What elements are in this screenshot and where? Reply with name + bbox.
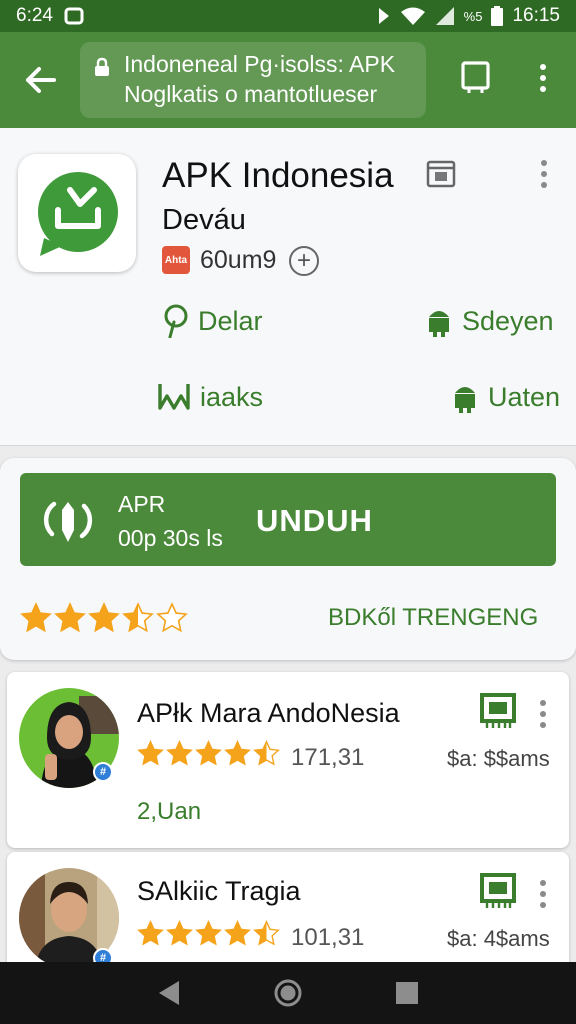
- item-menu-button[interactable]: [535, 700, 551, 730]
- star-icon: [166, 920, 193, 946]
- app-card-menu-button[interactable]: [532, 160, 556, 192]
- list-item[interactable]: # APłk Mara AndoNesia 171,31 $a: $$ams 2…: [7, 672, 569, 848]
- status-bar: 6:24 %5 16:15: [0, 0, 576, 32]
- star-rating: [20, 602, 188, 634]
- status-clock: 16:15: [512, 5, 560, 26]
- app-size: 60um9: [200, 246, 277, 274]
- notification-icon: [63, 6, 85, 26]
- star-icon: [20, 602, 52, 633]
- android-icon: [455, 387, 475, 413]
- item-star-rating: [137, 920, 280, 947]
- action-iaaks[interactable]: iaaks: [158, 380, 263, 414]
- nav-home-button[interactable]: [268, 973, 308, 1013]
- nav-recents-button[interactable]: [387, 973, 427, 1013]
- url-text-line2: Noglkatis o mantotlueser: [124, 81, 378, 107]
- tabs-button[interactable]: [458, 58, 496, 96]
- item-name: APłk Mara AndoNesia: [137, 698, 400, 728]
- action-label: Sdeyen: [462, 305, 554, 336]
- star-icon: [195, 920, 222, 946]
- system-nav-bar: [0, 962, 576, 1024]
- action-sdeyen[interactable]: Sdeyen: [424, 304, 554, 338]
- item-score: 171,31: [291, 744, 365, 771]
- android-icon: [429, 311, 449, 337]
- star-icon: [156, 602, 188, 633]
- battery-icon: [491, 6, 504, 26]
- chip-icon[interactable]: [479, 872, 517, 910]
- calendar-badge-icon: [426, 158, 456, 188]
- star-icon: [137, 740, 164, 766]
- sync-download-icon: [43, 501, 93, 542]
- star-icon: [137, 920, 164, 946]
- star-icon: [253, 740, 280, 766]
- item-extra: 2,Uan: [137, 798, 202, 825]
- url-bar[interactable]: Indoneneal Pg·isolss: APK Noglkatis o ma…: [80, 42, 426, 118]
- wave-icon: [158, 384, 190, 410]
- circle-home-icon: [274, 979, 302, 1007]
- add-button[interactable]: +: [289, 246, 319, 276]
- more-vert-icon: [540, 64, 546, 70]
- app-info-card: APK Indonesia Deváu Ahta 60um9 + Delar S…: [0, 128, 576, 446]
- item-price: $a: 4$ams: [447, 926, 550, 951]
- download-line2: 00p 30s ls: [118, 525, 223, 551]
- overflow-menu-button[interactable]: [526, 56, 560, 100]
- download-line1: APR: [118, 491, 166, 517]
- square-recents-icon: [395, 982, 418, 1004]
- triangle-back-icon: [159, 981, 180, 1005]
- status-time-left: 6:24: [16, 5, 53, 26]
- download-card: APR 00p 30s ls UNDUH BDKől TRENGENG: [0, 458, 576, 660]
- more-vert-icon: [540, 880, 546, 886]
- item-price: $a: $$ams: [447, 746, 550, 771]
- star-icon: [166, 740, 193, 766]
- tab-square-icon: [461, 61, 490, 93]
- item-menu-button[interactable]: [535, 880, 551, 910]
- chip-icon[interactable]: [479, 692, 517, 730]
- wifi-icon: [400, 6, 426, 26]
- developer-name: Deváu: [162, 204, 246, 236]
- battery-percent: %5: [463, 8, 483, 24]
- back-button[interactable]: [0, 32, 80, 128]
- action-label: iaaks: [200, 381, 264, 412]
- signal-icon: [435, 6, 455, 26]
- app-icon: [18, 154, 136, 272]
- lock-icon: [94, 54, 110, 84]
- star-icon: [224, 920, 251, 946]
- trending-link[interactable]: BDKől TRENGENG: [328, 604, 538, 632]
- item-score: 101,31: [291, 924, 365, 951]
- star-icon: [224, 740, 251, 766]
- nav-back-button[interactable]: [149, 973, 189, 1013]
- url-text-line1: Indoneneal Pg·isolss: APK: [124, 51, 396, 77]
- star-icon: [122, 602, 154, 633]
- verified-badge: #: [93, 762, 113, 782]
- action-delar[interactable]: Delar: [162, 304, 263, 338]
- content-rating-badge: Ahta: [162, 246, 190, 274]
- item-name: SAlkiic Tragia: [137, 876, 301, 906]
- arrow-left-icon: [26, 67, 56, 93]
- action-label: Delar: [198, 305, 263, 336]
- download-button[interactable]: APR 00p 30s ls UNDUH: [20, 473, 556, 566]
- action-uaten[interactable]: Uaten: [450, 380, 560, 414]
- star-icon: [54, 602, 86, 633]
- star-icon: [88, 602, 120, 633]
- more-vert-icon: [540, 700, 546, 706]
- star-icon: [253, 920, 280, 946]
- download-chat-icon: [38, 172, 118, 256]
- app-title: APK Indonesia: [162, 156, 394, 195]
- item-star-rating: [137, 740, 280, 767]
- more-vert-icon: [541, 160, 547, 166]
- pin-icon: [164, 304, 188, 338]
- download-label: UNDUH: [256, 503, 373, 538]
- action-label: Uaten: [488, 381, 561, 412]
- star-icon: [195, 740, 222, 766]
- vibrate-icon: [377, 6, 391, 26]
